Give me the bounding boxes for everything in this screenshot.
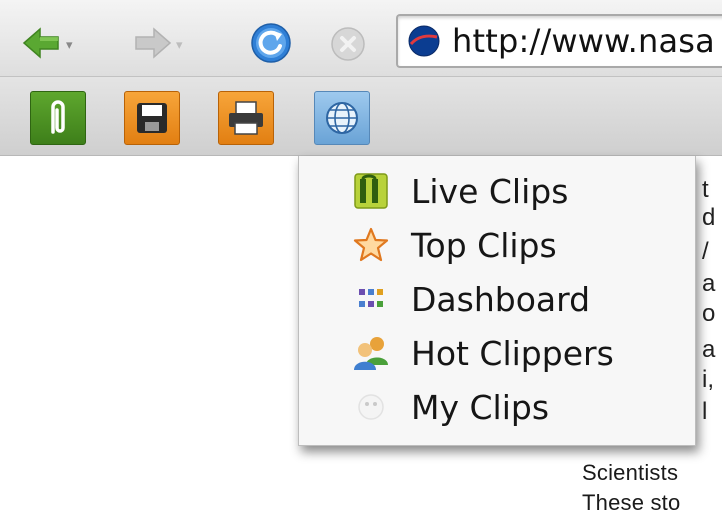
page-text-fragment: a [702, 270, 716, 297]
refresh-button[interactable] [250, 22, 292, 64]
page-text-fragment: o [702, 300, 716, 327]
page-text-fragment: t [702, 176, 709, 203]
people-icon [353, 335, 389, 371]
menu-item-my-clips[interactable]: My Clips [299, 380, 695, 434]
menu-item-label: Live Clips [411, 171, 569, 211]
star-icon [353, 227, 389, 263]
page-text-fragment: l [702, 398, 708, 425]
refresh-icon [251, 23, 291, 63]
save-icon [137, 103, 167, 133]
save-button[interactable] [124, 91, 180, 145]
dashboard-icon [353, 281, 389, 317]
navigation-toolbar: ▾ ▾ http://www.nasa [0, 0, 722, 76]
back-button[interactable]: ▾ [22, 26, 73, 60]
menu-item-top-clips[interactable]: Top Clips [299, 218, 695, 272]
forward-button[interactable]: ▾ [132, 26, 183, 60]
stop-button[interactable] [330, 26, 366, 62]
page-text-line: Scientists [582, 460, 679, 485]
globe-icon [326, 102, 358, 134]
clip-icon [51, 100, 65, 134]
menu-item-label: Hot Clippers [411, 333, 614, 373]
page-text-fragment: d [702, 204, 716, 231]
clip-button[interactable] [30, 91, 86, 145]
page-text-fragment: / [702, 238, 709, 265]
clips-menu: Live Clips Top Clips Dashboard Hot Clipp… [298, 156, 696, 446]
forward-dropdown-icon[interactable]: ▾ [176, 38, 183, 53]
menu-item-label: Dashboard [411, 279, 591, 319]
nasa-site-icon [408, 25, 440, 57]
address-bar[interactable]: http://www.nasa [396, 14, 722, 68]
web-button[interactable] [314, 91, 370, 145]
my-clips-icon [353, 389, 389, 425]
menu-item-dashboard[interactable]: Dashboard [299, 272, 695, 326]
menu-item-label: Top Clips [411, 225, 557, 265]
url-text[interactable]: http://www.nasa [452, 22, 715, 60]
print-icon [229, 101, 263, 135]
page-text-fragment: i, [702, 366, 714, 393]
menu-item-live-clips[interactable]: Live Clips [299, 164, 695, 218]
clip-toolbar [0, 76, 722, 156]
menu-item-label: My Clips [411, 387, 550, 427]
forward-arrow-icon [135, 27, 172, 59]
menu-item-hot-clippers[interactable]: Hot Clippers [299, 326, 695, 380]
page-text-fragment: a [702, 336, 716, 363]
print-button[interactable] [218, 91, 274, 145]
back-arrow-icon [22, 27, 59, 59]
stop-icon [331, 27, 365, 61]
live-clips-icon [353, 173, 389, 209]
page-text-line: These sto [582, 490, 681, 515]
back-dropdown-icon[interactable]: ▾ [66, 38, 73, 53]
